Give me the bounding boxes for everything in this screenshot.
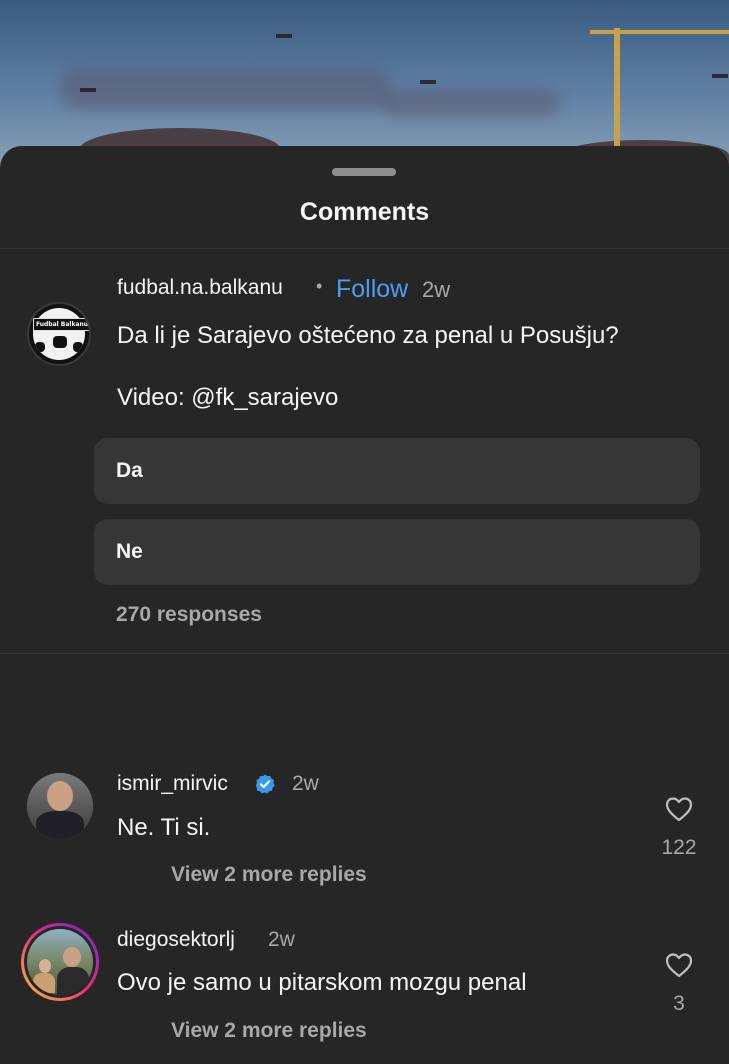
comment-text: Ovo je samo u pitarskom mozgu penal bbox=[117, 969, 527, 996]
separator-dot: • bbox=[316, 276, 323, 296]
comment-username[interactable]: ismir_mirvic bbox=[117, 772, 228, 796]
comment-username[interactable]: diegosektorlj bbox=[117, 928, 235, 952]
background-photo bbox=[0, 0, 729, 170]
like-count: 3 bbox=[673, 992, 685, 1015]
caption-divider bbox=[0, 653, 729, 654]
comment-timestamp: 2w bbox=[268, 928, 295, 951]
heart-icon[interactable] bbox=[665, 796, 693, 822]
header-divider bbox=[0, 248, 729, 249]
post-author-avatar[interactable]: Fudbal Balkanu bbox=[27, 302, 91, 366]
verified-badge-icon bbox=[255, 774, 275, 794]
post-timestamp: 2w bbox=[422, 277, 451, 302]
post-video-credit[interactable]: Video: @fk_sarajevo bbox=[117, 384, 338, 412]
soccer-ball-icon bbox=[33, 308, 85, 360]
follow-button[interactable]: Follow bbox=[336, 275, 408, 304]
sheet-drag-handle[interactable] bbox=[332, 168, 396, 176]
comment-avatar bbox=[27, 929, 93, 995]
like-count: 122 bbox=[661, 836, 697, 859]
comment-timestamp: 2w bbox=[292, 772, 319, 795]
post-caption: Da li je Sarajevo oštećeno za penal u Po… bbox=[117, 322, 619, 349]
poll-option-da[interactable]: Da bbox=[94, 438, 700, 504]
poll-responses-count[interactable]: 270 responses bbox=[116, 603, 262, 627]
comments-sheet: Comments Fudbal Balkanu fudbal.na.balkan… bbox=[0, 146, 729, 1064]
comment-text: Ne. Ti si. bbox=[117, 814, 211, 841]
heart-icon[interactable] bbox=[665, 952, 693, 978]
poll-option-ne[interactable]: Ne bbox=[94, 519, 700, 585]
sheet-title: Comments bbox=[299, 198, 430, 226]
post-author-username[interactable]: fudbal.na.balkanu bbox=[117, 276, 283, 300]
comment-avatar-story-ring[interactable] bbox=[21, 923, 99, 1001]
view-replies-button[interactable]: View 2 more replies bbox=[171, 863, 367, 887]
screen: Comments Fudbal Balkanu fudbal.na.balkan… bbox=[0, 0, 729, 1064]
view-replies-button[interactable]: View 2 more replies bbox=[171, 1019, 367, 1043]
comment-avatar[interactable] bbox=[27, 773, 93, 839]
avatar-logo-text: Fudbal Balkanu bbox=[33, 318, 89, 331]
